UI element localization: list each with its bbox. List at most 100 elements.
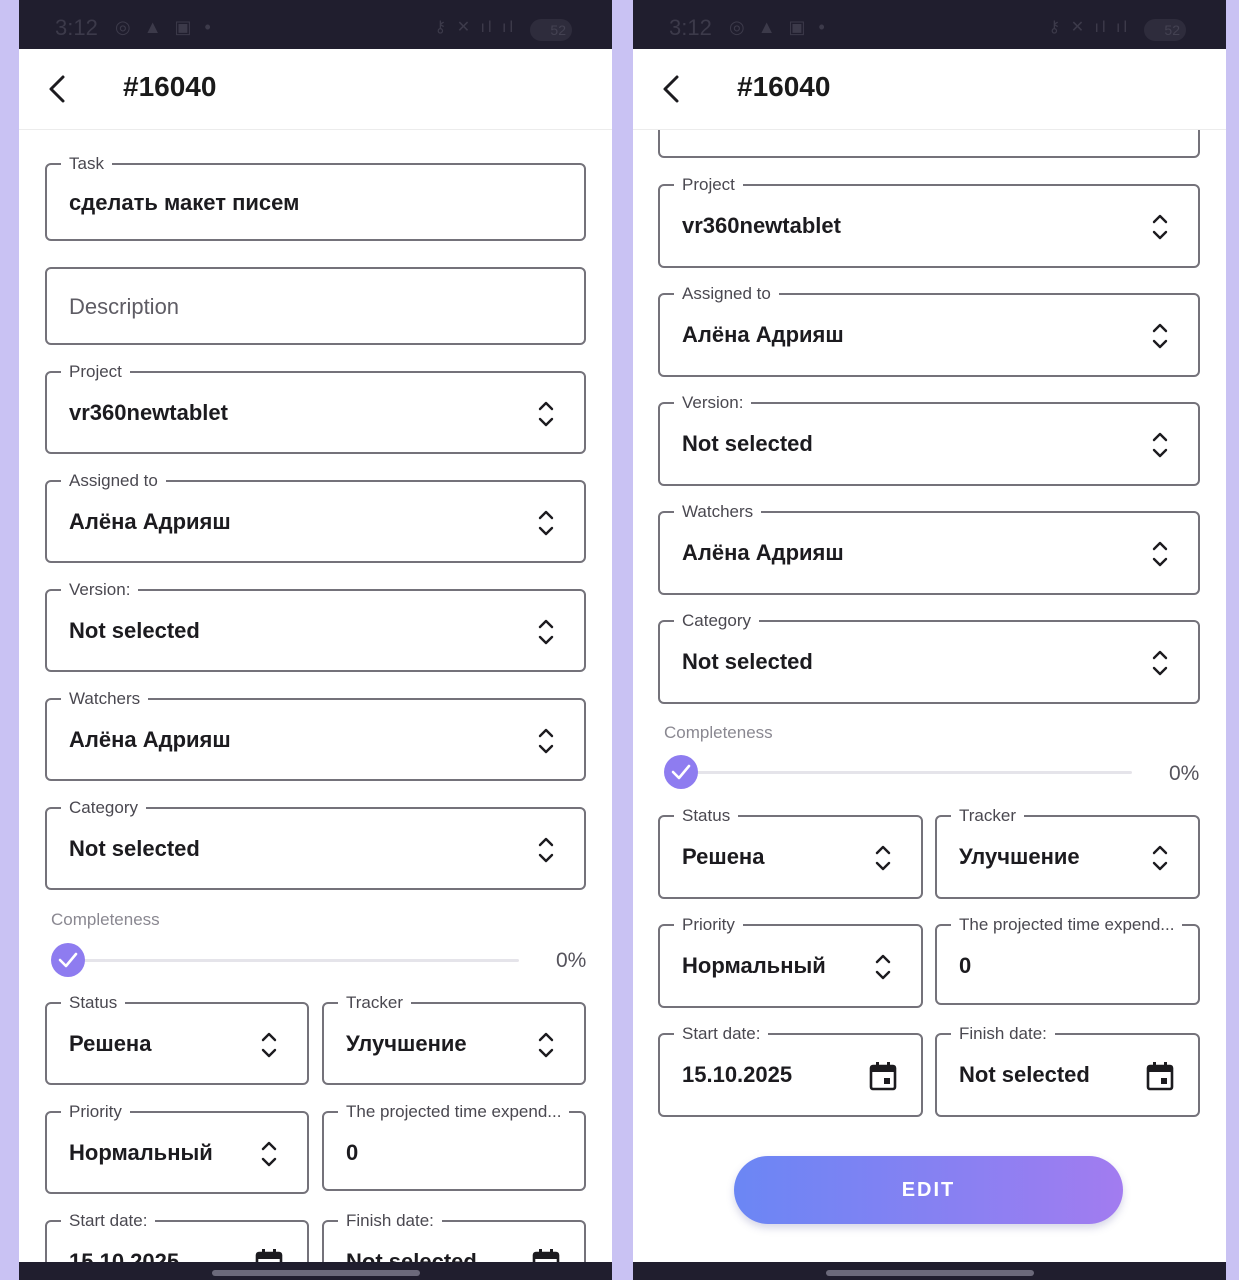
- finish-date-field[interactable]: Finish date: Not selected: [935, 1024, 1200, 1117]
- description-field[interactable]: Description: [45, 267, 586, 345]
- watchers-select[interactable]: Watchers Алёна Адрияш: [658, 502, 1200, 595]
- system-icons: ⚷ ✕ ıl ıl: [434, 19, 516, 36]
- chevron-updown-icon: [1152, 214, 1168, 240]
- status-label: Status: [61, 993, 126, 1013]
- projected-time-label: The projected time expend...: [338, 1102, 570, 1122]
- chevron-updown-icon: [538, 728, 554, 754]
- battery-icon: 52: [1144, 19, 1186, 41]
- status-bar: 3:12 ◎ ▲ ▣ • ⚷ ✕ ıl ıl 52: [633, 0, 1226, 49]
- system-icons: ⚷ ✕ ıl ıl: [1048, 19, 1130, 36]
- category-value: Not selected: [69, 836, 200, 861]
- priority-value: Нормальный: [682, 953, 826, 978]
- projected-time-field[interactable]: The projected time expend... 0: [935, 915, 1200, 1005]
- finish-date-value: Not selected: [959, 1062, 1090, 1087]
- chevron-updown-icon: [1152, 323, 1168, 349]
- page-title: #16040: [737, 71, 831, 102]
- project-label: Project: [61, 362, 130, 382]
- watchers-select[interactable]: Watchers Алёна Адрияш: [45, 689, 586, 781]
- priority-label: Priority: [674, 915, 743, 935]
- assigned-to-select[interactable]: Assigned to Алёна Адрияш: [45, 471, 586, 563]
- project-select[interactable]: Project vr360newtablet: [45, 362, 586, 454]
- completeness-slider-thumb[interactable]: [51, 943, 85, 977]
- projected-time-value: 0: [346, 1140, 359, 1165]
- start-date-label: Start date:: [674, 1024, 769, 1044]
- description-placeholder: Description: [69, 294, 180, 319]
- home-handle[interactable]: [825, 1270, 1034, 1276]
- status-time: 3:12: [55, 15, 98, 40]
- calendar-icon[interactable]: [1146, 1061, 1174, 1091]
- chevron-updown-icon: [1152, 432, 1168, 458]
- phone-screen-right: 3:12 ◎ ▲ ▣ • ⚷ ✕ ıl ıl 52 #16040 Project…: [633, 0, 1226, 1280]
- assigned-to-select[interactable]: Assigned to Алёна Адрияш: [658, 284, 1200, 377]
- gesture-nav-bar: [633, 1262, 1226, 1280]
- status-label: Status: [674, 806, 739, 826]
- priority-value: Нормальный: [69, 1140, 213, 1165]
- project-value: vr360newtablet: [69, 400, 228, 425]
- version-select[interactable]: Version: Not selected: [45, 580, 586, 672]
- battery-icon: 52: [530, 19, 572, 41]
- completeness-label: Completeness: [51, 910, 160, 929]
- check-icon: [671, 764, 691, 780]
- category-select[interactable]: Category Not selected: [658, 611, 1200, 704]
- tracker-select[interactable]: Tracker Улучшение: [322, 993, 586, 1085]
- priority-label: Priority: [61, 1102, 130, 1122]
- check-icon: [58, 952, 78, 968]
- status-select[interactable]: Status Решена: [658, 806, 923, 899]
- back-arrow-icon[interactable]: [41, 71, 77, 107]
- completeness-slider-thumb[interactable]: [664, 755, 698, 789]
- priority-select[interactable]: Priority Нормальный: [658, 915, 923, 1008]
- tracker-label: Tracker: [338, 993, 411, 1013]
- projected-time-value: 0: [959, 953, 972, 978]
- gesture-nav-bar: [19, 1262, 612, 1280]
- chevron-updown-icon: [875, 845, 891, 871]
- chevron-updown-icon: [261, 1032, 277, 1058]
- assigned-to-label: Assigned to: [674, 284, 779, 304]
- project-select[interactable]: Project vr360newtablet: [658, 175, 1200, 268]
- priority-select[interactable]: Priority Нормальный: [45, 1102, 309, 1194]
- project-value: vr360newtablet: [682, 213, 841, 238]
- edit-button[interactable]: EDIT: [734, 1156, 1123, 1224]
- description-field[interactable]: [658, 130, 1200, 158]
- version-select[interactable]: Version: Not selected: [658, 393, 1200, 486]
- tracker-select[interactable]: Tracker Улучшение: [935, 806, 1200, 899]
- notification-icons: ◎ ▲ ▣ •: [115, 17, 215, 37]
- assigned-to-value: Алёна Адрияш: [69, 509, 231, 534]
- finish-date-field[interactable]: Finish date: Not selected: [322, 1211, 586, 1262]
- status-bar: 3:12 ◎ ▲ ▣ • ⚷ ✕ ıl ıl 52: [19, 0, 612, 49]
- completeness-slider-track[interactable]: [682, 771, 1132, 774]
- form-scroll-area[interactable]: Task сделать макет писем Description Pro…: [19, 130, 612, 1262]
- chevron-updown-icon: [1152, 541, 1168, 567]
- tracker-value: Улучшение: [959, 844, 1080, 869]
- chevron-updown-icon: [538, 837, 554, 863]
- calendar-icon[interactable]: [255, 1248, 283, 1262]
- task-field[interactable]: Task сделать макет писем: [45, 154, 586, 241]
- task-value: сделать макет писем: [69, 190, 300, 215]
- calendar-icon[interactable]: [869, 1061, 897, 1091]
- watchers-label: Watchers: [61, 689, 149, 709]
- chevron-updown-icon: [538, 619, 554, 645]
- start-date-field[interactable]: Start date: 15.10.2025: [45, 1211, 309, 1262]
- completeness-value: 0%: [1169, 762, 1200, 785]
- task-label: Task: [61, 154, 112, 174]
- start-date-field[interactable]: Start date: 15.10.2025: [658, 1024, 923, 1117]
- category-value: Not selected: [682, 649, 813, 674]
- projected-time-field[interactable]: The projected time expend... 0: [322, 1102, 586, 1191]
- category-select[interactable]: Category Not selected: [45, 798, 586, 890]
- page-title: #16040: [123, 71, 217, 102]
- status-time: 3:12: [669, 15, 712, 40]
- phone-screen-left: 3:12 ◎ ▲ ▣ • ⚷ ✕ ıl ıl 52 #16040 Task сд…: [19, 0, 612, 1280]
- tracker-label: Tracker: [951, 806, 1024, 826]
- completeness-slider-track[interactable]: [69, 959, 519, 962]
- completeness-value: 0%: [556, 949, 587, 972]
- assigned-to-value: Алёна Адрияш: [682, 322, 844, 347]
- status-select[interactable]: Status Решена: [45, 993, 309, 1085]
- chevron-updown-icon: [538, 1032, 554, 1058]
- start-date-value: 15.10.2025: [682, 1062, 793, 1087]
- form-scroll-area[interactable]: Project vr360newtablet Assigned to Алёна…: [633, 130, 1226, 1262]
- home-handle[interactable]: [211, 1270, 420, 1276]
- notification-icons: ◎ ▲ ▣ •: [729, 17, 829, 37]
- back-arrow-icon[interactable]: [655, 71, 691, 107]
- finish-date-value: Not selected: [346, 1249, 477, 1262]
- calendar-icon[interactable]: [532, 1248, 560, 1262]
- finish-date-label: Finish date:: [338, 1211, 442, 1231]
